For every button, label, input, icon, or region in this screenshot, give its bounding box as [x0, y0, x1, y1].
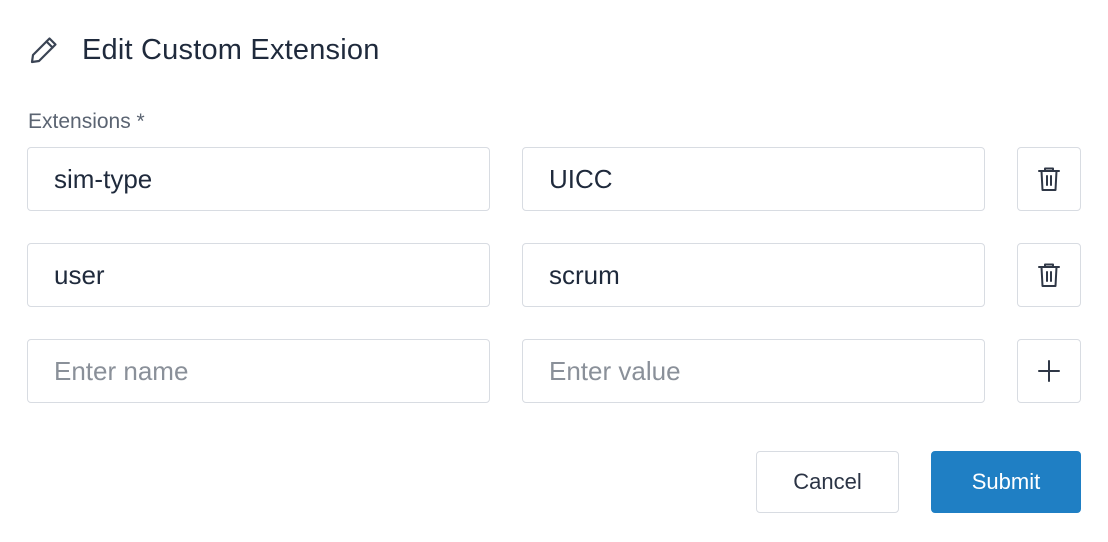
- extension-value-input[interactable]: [522, 147, 985, 211]
- add-row-button[interactable]: [1017, 339, 1081, 403]
- extension-name-input[interactable]: [27, 243, 490, 307]
- extension-value-input[interactable]: [522, 243, 985, 307]
- delete-row-button[interactable]: [1017, 147, 1081, 211]
- cancel-button[interactable]: Cancel: [756, 451, 899, 513]
- trash-icon: [1036, 261, 1062, 289]
- new-name-input[interactable]: [27, 339, 490, 403]
- dialog-header: Edit Custom Extension: [28, 30, 380, 70]
- extension-row: [27, 147, 1081, 211]
- submit-button[interactable]: Submit: [931, 451, 1081, 513]
- plus-icon: [1037, 359, 1061, 383]
- new-extension-row: [27, 339, 1081, 403]
- delete-row-button[interactable]: [1017, 243, 1081, 307]
- extension-name-input[interactable]: [27, 147, 490, 211]
- trash-icon: [1036, 165, 1062, 193]
- dialog-title: Edit Custom Extension: [82, 33, 380, 66]
- extension-row: [27, 243, 1081, 307]
- new-value-input[interactable]: [522, 339, 985, 403]
- extensions-label: Extensions *: [28, 110, 145, 133]
- pencil-icon: [28, 34, 60, 66]
